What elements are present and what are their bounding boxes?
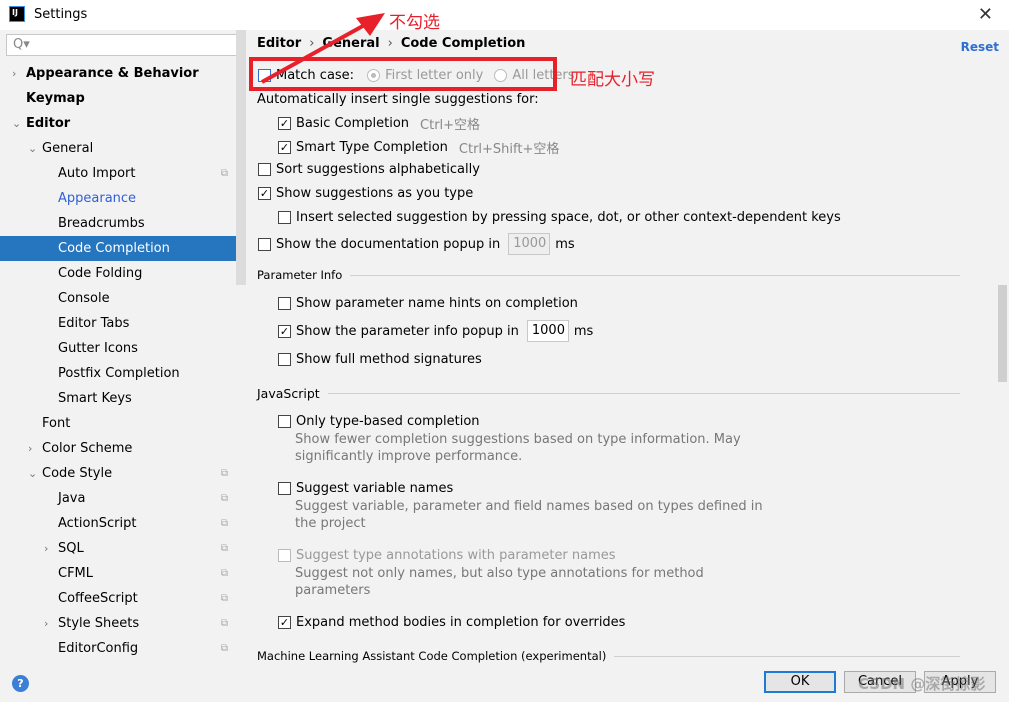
annotation-uncheck: 不勾选	[389, 13, 440, 33]
annotation-match-case: 匹配大小写	[570, 70, 655, 90]
annotation-arrow	[261, 13, 385, 84]
arrow-head	[356, 13, 385, 36]
arrow-line	[261, 20, 371, 84]
